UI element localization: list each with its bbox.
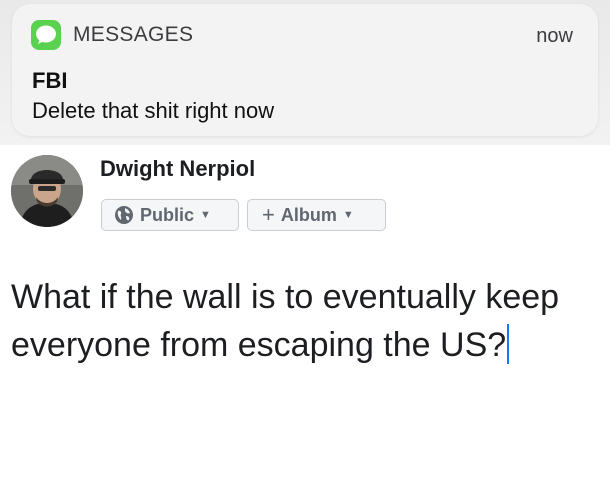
notification-time: now [536, 25, 573, 47]
plus-icon: + [262, 202, 275, 227]
text-cursor [507, 324, 510, 364]
album-label: Album [280, 204, 337, 225]
messages-bubble-icon [31, 20, 61, 50]
globe-icon [114, 205, 134, 225]
album-button[interactable]: + Album ▼ [247, 199, 386, 231]
post-text-input[interactable]: What if the wall is to eventually keep e… [11, 273, 581, 369]
post-composer: Dwight Nerpiol Public ▼ + Album ▼ What i… [0, 145, 610, 489]
message-notification[interactable]: MESSAGES now FBI Delete that shit right … [12, 4, 598, 136]
privacy-label: Public [140, 204, 195, 225]
notification-app-name: MESSAGES [73, 23, 194, 46]
notification-sender: FBI [32, 68, 68, 93]
caret-down-icon: ▼ [200, 209, 211, 221]
notification-body: Delete that shit right now [32, 98, 275, 123]
user-name[interactable]: Dwight Nerpiol [100, 156, 255, 182]
caret-down-icon: ▼ [342, 209, 354, 221]
privacy-selector-button[interactable]: Public ▼ [101, 199, 239, 231]
avatar[interactable] [11, 155, 83, 227]
post-text: What if the wall is to eventually keep e… [11, 278, 560, 364]
